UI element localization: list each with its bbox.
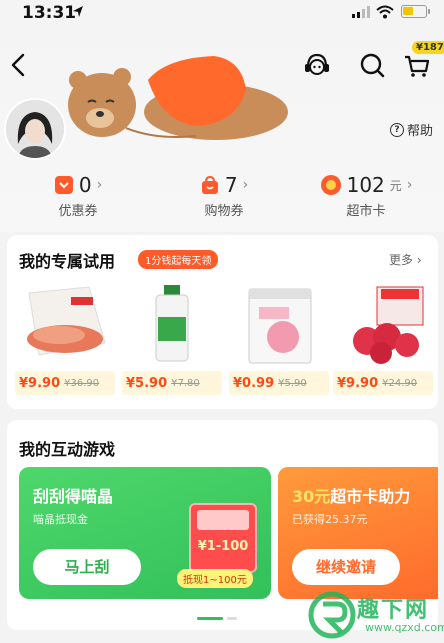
avatar-portrait-icon [6,100,64,158]
trial-price: ¥0.99 [233,375,275,391]
price-bar: ¥9.90 ¥36.90 [15,371,115,395]
scratch-now-button[interactable]: 马上刮 [33,549,141,585]
more-label: 更多 [389,253,414,267]
disinfectant-bottle-image [155,285,189,362]
location-arrow-icon [73,6,83,17]
cash-tag: 抵现1~100元 [177,569,253,588]
assist-title-amount: 30元 [292,487,331,506]
chevron-right-icon: › [406,177,413,193]
candy-pack-image [248,288,312,364]
more-link[interactable]: 更多 › [389,251,422,268]
watermark-url: www.qzxd.com [365,621,444,634]
original-price: ¥36.90 [64,377,100,389]
product-card[interactable]: ¥0.99 ¥5.90 [229,283,329,398]
supermarket-card-balance: 102 [346,173,385,197]
price-bar: ¥0.99 ¥5.90 [229,371,329,395]
help-label: 帮助 [407,124,434,139]
wifi-icon [376,5,394,19]
original-price: ¥24.90 [382,377,418,389]
assist-game-subtitle: 已获得25.37元 [292,513,368,526]
back-arrow-icon[interactable] [6,50,32,80]
trial-price: ¥9.90 [337,375,379,391]
watermark-text: 趣下网 [357,598,430,623]
user-avatar[interactable] [4,98,66,160]
coupon-count: 0 [78,173,92,197]
asset-coupon[interactable]: 0 › 优惠券 [38,172,118,219]
red-packet-icon: ¥1-100 [189,503,257,573]
scratch-game-card[interactable]: 刮刮得喵晶 喵晶抵现金 马上刮 ¥1-100 抵现1~100元 [19,467,271,599]
supermarket-card-icon [320,175,341,195]
continue-invite-button[interactable]: 继续邀请 [292,549,400,585]
coupon-label: 优惠券 [58,204,98,219]
product-card[interactable]: ¥9.90 ¥36.90 [15,283,115,398]
search-icon[interactable] [357,50,387,80]
shopping-bag-icon [201,175,218,194]
carousel-indicator [197,617,237,620]
price-bar: ¥5.90 ¥7.80 [122,371,222,395]
card-assist-game-card[interactable]: 30元超市卡助力 已获得25.37元 继续邀请 [278,467,438,599]
status-bar: 13:31 [0,0,444,30]
supermarket-card-label: 超市卡 [346,204,386,219]
dried-pork-snack-image [27,286,106,356]
chevron-right-icon: › [242,177,249,193]
packet-amount: ¥1-100 [197,539,249,554]
asset-supermarket-card[interactable]: 102 元 › 超市卡 [316,172,416,219]
watermark-logo-icon [308,591,356,639]
trial-title: 我的专属试用 [19,252,116,271]
product-card[interactable]: ¥9.90 ¥24.90 [333,283,433,398]
question-icon: ? [390,122,404,137]
games-title: 我的互动游戏 [19,440,116,459]
product-card[interactable]: ¥5.90 ¥7.80 [122,283,222,398]
original-price: ¥5.90 [278,377,307,389]
bear-mascot-illustration [68,56,288,140]
chevron-right-icon: › [96,177,103,193]
site-watermark: 趣下网 www.qzxd.com [305,588,444,643]
help-link[interactable]: ? 帮助 [390,120,433,139]
supermarket-card-unit: 元 [389,178,402,193]
assist-title-rest: 超市卡助力 [330,487,411,506]
cart-icon[interactable] [402,50,432,80]
freeze-dried-strawberry-image [353,286,424,364]
signal-icon [352,6,370,18]
customer-service-icon[interactable] [302,50,332,80]
shopping-voucher-count: 7 [224,173,238,197]
status-time: 13:31 [22,3,77,23]
shopping-voucher-label: 购物券 [204,204,244,219]
scratch-game-title: 刮刮得喵晶 [33,487,114,506]
assist-game-title: 30元超市卡助力 [292,483,410,507]
cart-badge: ¥187 [412,41,444,54]
asset-shopping-voucher[interactable]: 7 › 购物券 [184,172,264,219]
scratch-game-subtitle: 喵晶抵现金 [33,513,88,526]
coupon-icon [54,176,73,194]
exclusive-trial-card: 我的专属试用 1分钱起每天领 更多 › ¥9.90 ¥36.90 ¥5.90 ¥… [7,235,438,409]
trial-price: ¥5.90 [126,375,168,391]
price-bar: ¥9.90 ¥24.90 [333,371,433,395]
trial-tag: 1分钱起每天领 [138,250,219,269]
original-price: ¥7.80 [171,377,200,389]
trial-price: ¥9.90 [19,375,61,391]
battery-icon [401,5,427,18]
